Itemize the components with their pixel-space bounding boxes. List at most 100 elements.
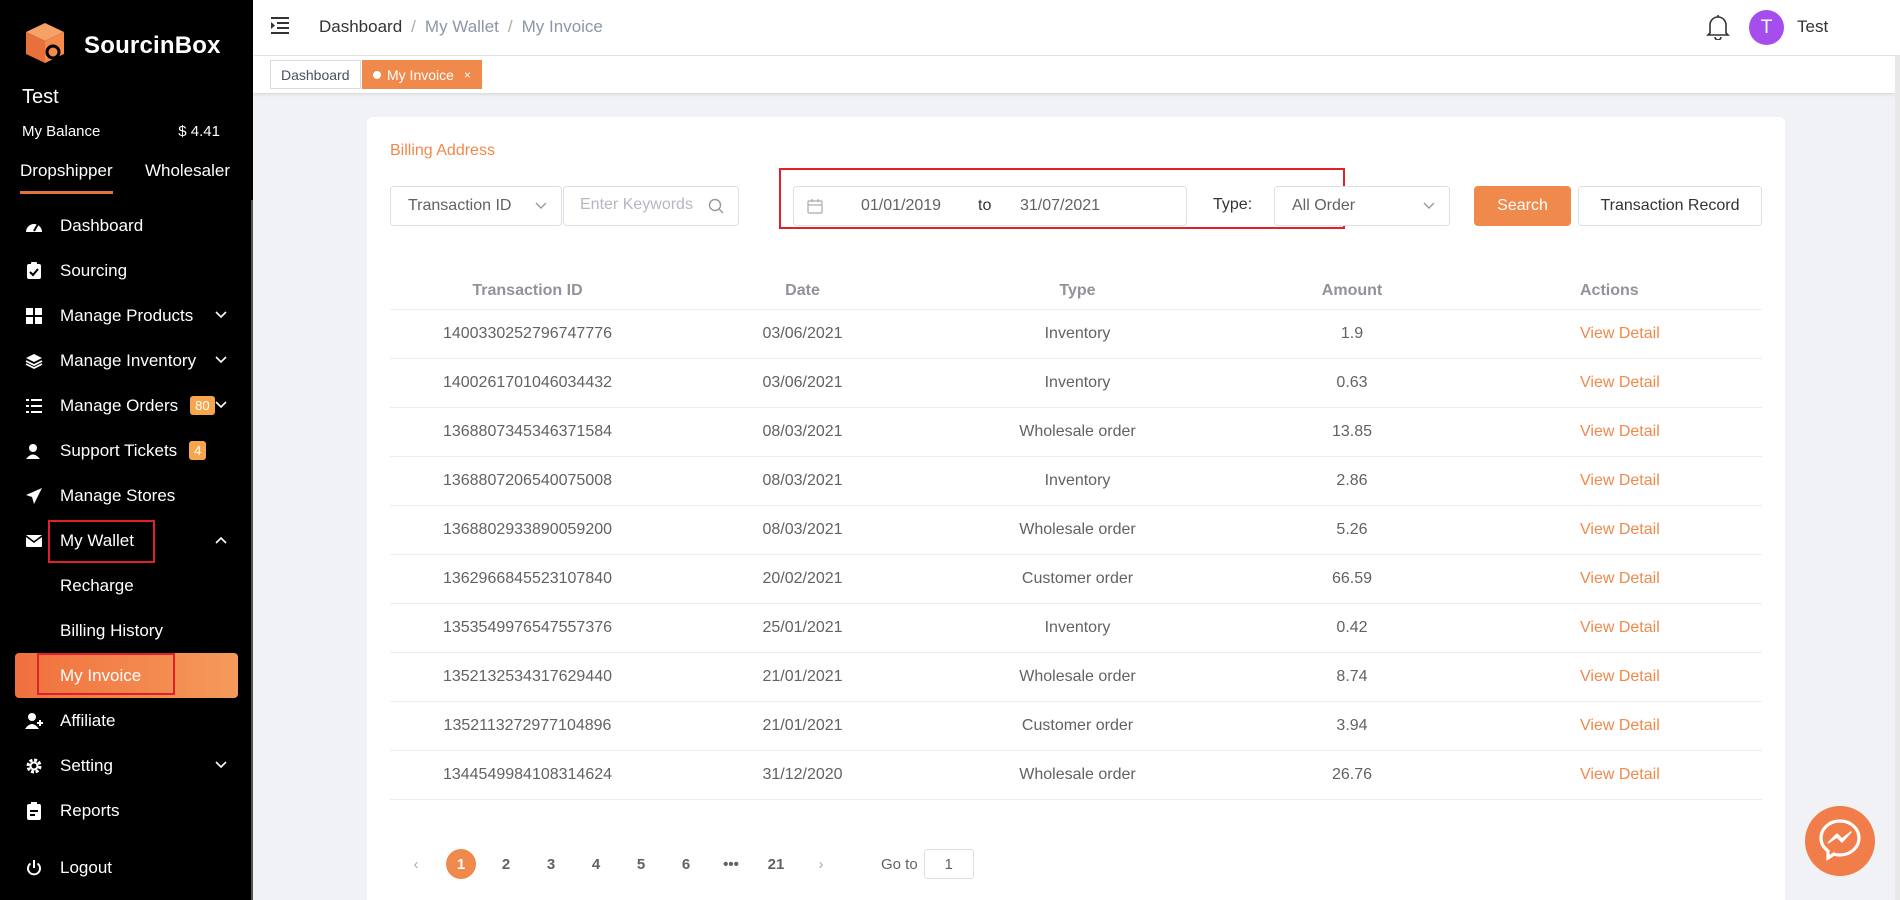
bell-icon[interactable] — [1706, 14, 1730, 45]
sidebar-item-label: Setting — [60, 755, 113, 775]
view-detail-link[interactable]: View Detail — [1489, 423, 1762, 441]
close-icon[interactable]: × — [464, 68, 471, 82]
next-page-button[interactable]: › — [806, 849, 836, 879]
sidebar-item-affiliate[interactable]: Affiliate — [0, 698, 253, 743]
transaction-record-button[interactable]: Transaction Record — [1578, 186, 1762, 226]
page-scrollbar[interactable] — [1895, 56, 1900, 900]
cell-transaction-id: 1368807345346371584 — [442, 423, 613, 440]
view-detail-link[interactable]: View Detail — [1489, 472, 1762, 490]
search-icon[interactable] — [708, 198, 724, 219]
sidebar-item-my-wallet[interactable]: My Wallet — [0, 518, 253, 563]
cell-date: 08/03/2021 — [762, 521, 843, 538]
cell-type: Wholesale order — [1019, 423, 1136, 440]
view-detail-link[interactable]: View Detail — [1489, 766, 1762, 784]
page-21[interactable]: 21 — [761, 849, 791, 879]
page-6[interactable]: 6 — [671, 849, 701, 879]
sidebar-subitem-recharge[interactable]: Recharge — [0, 563, 253, 608]
chevron-down-icon — [215, 757, 227, 772]
view-detail-link[interactable]: View Detail — [1489, 668, 1762, 686]
page-ellipsis[interactable]: ••• — [716, 849, 746, 879]
role-tab-wholesaler[interactable]: Wholesaler — [145, 161, 230, 194]
cell-date: 31/12/2020 — [762, 766, 843, 783]
view-detail-link[interactable]: View Detail — [1489, 374, 1762, 392]
sidebar-item-setting[interactable]: Setting — [0, 743, 253, 788]
sidebar-item-label: Affiliate — [60, 710, 116, 730]
breadcrumb-my-invoice: My Invoice — [521, 17, 603, 36]
envelope-icon — [24, 531, 44, 551]
cell-amount: 13.85 — [1331, 423, 1373, 440]
view-detail-link[interactable]: View Detail — [1489, 619, 1762, 637]
sidebar-item-dashboard[interactable]: Dashboard — [0, 203, 253, 248]
breadcrumb-dashboard[interactable]: Dashboard — [319, 17, 402, 36]
cell-amount: 0.42 — [1336, 619, 1368, 636]
cell-transaction-id: 1400330252796747776 — [442, 325, 613, 342]
active-dot-icon — [373, 70, 381, 79]
page-3[interactable]: 3 — [536, 849, 566, 879]
goto-page-input[interactable] — [923, 849, 974, 879]
cell-type: Customer order — [1021, 717, 1134, 734]
sidebar-scrollbar[interactable] — [251, 200, 253, 900]
tickets-count-badge: 4 — [189, 441, 207, 460]
cell-transaction-id: 1368807206540075008 — [442, 472, 613, 489]
sidebar-item-manage-inventory[interactable]: Manage Inventory — [0, 338, 253, 383]
type-select[interactable]: All Order — [1274, 186, 1450, 226]
tab-my-invoice[interactable]: My Invoice × — [362, 60, 482, 89]
view-detail-link[interactable]: View Detail — [1489, 325, 1762, 343]
date-to[interactable]: 31/07/2021 — [1020, 197, 1100, 215]
sidebar-item-manage-products[interactable]: Manage Products — [0, 293, 253, 338]
sidebar-subitem-my-invoice[interactable]: My Invoice — [15, 653, 238, 698]
search-field-value: Transaction ID — [408, 197, 512, 214]
view-detail-link[interactable]: View Detail — [1489, 570, 1762, 588]
date-range-picker[interactable]: 01/01/2019 to 31/07/2021 — [793, 186, 1187, 226]
orders-count-badge: 80 — [190, 396, 215, 415]
view-detail-link[interactable]: View Detail — [1489, 717, 1762, 735]
cell-type: Inventory — [1044, 472, 1111, 489]
list-icon — [24, 396, 44, 416]
balance-value: $ 4.41 — [178, 123, 220, 140]
grid-icon — [24, 306, 44, 326]
view-detail-link[interactable]: View Detail — [1489, 521, 1762, 539]
prev-page-button[interactable]: ‹ — [401, 849, 431, 879]
page-2[interactable]: 2 — [491, 849, 521, 879]
table-row: 1352113272977104896 21/01/2021 Customer or… — [390, 702, 1762, 751]
keyword-input[interactable] — [580, 187, 720, 223]
sidebar-item-manage-stores[interactable]: Manage Stores — [0, 473, 253, 518]
role-tab-dropshipper[interactable]: Dropshipper — [20, 161, 113, 194]
cell-amount: 3.94 — [1336, 717, 1368, 734]
table-row: 1352132534317629440 21/01/2021 Wholesale o… — [390, 653, 1762, 702]
sidebar-item-support-tickets[interactable]: Support Tickets 4 — [0, 428, 253, 473]
messenger-chat-button[interactable] — [1805, 806, 1875, 876]
col-date: Date — [785, 281, 820, 299]
balance-row: My Balance $ 4.41 — [22, 123, 220, 140]
cell-transaction-id: 1353549976547557376 — [442, 619, 613, 636]
avatar[interactable]: T — [1749, 10, 1784, 45]
header-user-name[interactable]: Test — [1797, 17, 1828, 37]
sidebar-subitem-billing-history[interactable]: Billing History — [0, 608, 253, 653]
sidebar-item-manage-orders[interactable]: Manage Orders 80 — [0, 383, 253, 428]
sidebar-item-label: Manage Products — [60, 305, 194, 325]
breadcrumb-my-wallet[interactable]: My Wallet — [425, 17, 499, 36]
chevron-up-icon — [215, 532, 227, 547]
menu-toggle-icon[interactable] — [271, 16, 291, 39]
logo[interactable]: SourcinBox — [22, 20, 221, 71]
cell-amount: 5.26 — [1336, 521, 1368, 538]
cell-type: Wholesale order — [1019, 521, 1136, 538]
date-from[interactable]: 01/01/2019 — [861, 197, 941, 215]
sidebar-item-sourcing[interactable]: Sourcing — [0, 248, 253, 293]
sidebar-item-reports[interactable]: Reports — [0, 788, 253, 833]
search-field-select[interactable]: Transaction ID — [390, 186, 562, 226]
table-header: Transaction ID Date Type Amount Actions — [390, 272, 1762, 310]
layers-icon — [24, 351, 44, 371]
page-4[interactable]: 4 — [581, 849, 611, 879]
page-5[interactable]: 5 — [626, 849, 656, 879]
tab-dashboard[interactable]: Dashboard — [270, 60, 361, 89]
cell-type: Customer order — [1021, 570, 1134, 587]
page-1[interactable]: 1 — [446, 849, 476, 879]
balance-label: My Balance — [22, 123, 101, 140]
type-select-value: All Order — [1292, 197, 1356, 214]
table-body: 1400330252796747776 03/06/2021 Inventory 1.… — [390, 310, 1762, 800]
goto-page: Go to — [881, 849, 974, 879]
search-button[interactable]: Search — [1474, 186, 1571, 226]
invoice-card: Billing Address Transaction ID 01/01/201… — [367, 117, 1785, 900]
logout-button[interactable]: Logout — [0, 845, 253, 890]
